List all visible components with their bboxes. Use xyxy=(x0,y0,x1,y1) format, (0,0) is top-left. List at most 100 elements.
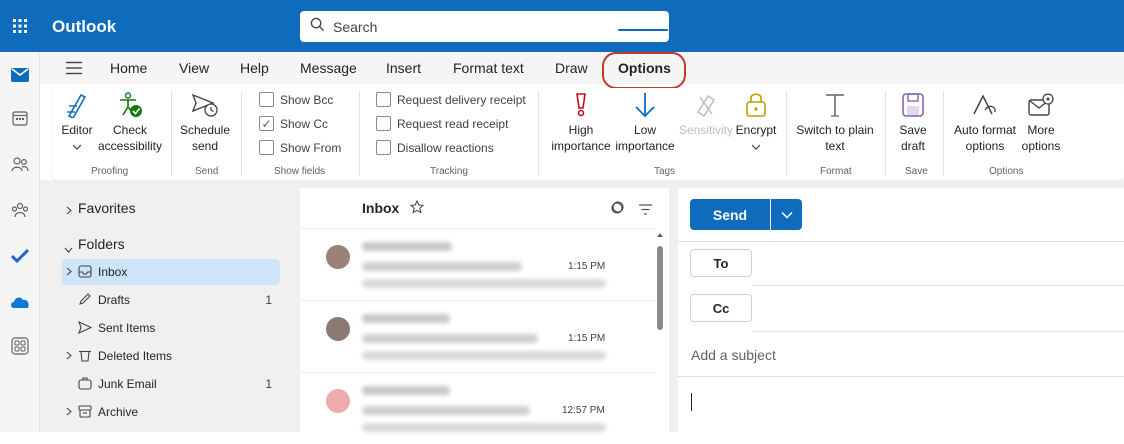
filter-icon[interactable] xyxy=(639,202,652,220)
chevron-right-icon[interactable] xyxy=(66,349,72,363)
save-draft-button[interactable]: Save draft xyxy=(893,92,933,154)
save-icon xyxy=(901,92,925,122)
tab-view[interactable]: View xyxy=(179,60,209,76)
send-button[interactable]: Send xyxy=(690,199,770,230)
separator xyxy=(943,92,944,176)
to-button[interactable]: To xyxy=(690,249,752,277)
checkmark-icon[interactable]: ✓ xyxy=(259,116,274,131)
people-icon[interactable] xyxy=(10,154,30,174)
message-item[interactable]: 1:15 PM xyxy=(300,300,655,372)
checkbox-box[interactable] xyxy=(259,140,274,155)
group-label-format: Format xyxy=(820,166,852,177)
auto-format-options-button[interactable]: Auto format options xyxy=(950,92,1020,154)
favorites-header[interactable]: Favorites xyxy=(78,200,136,216)
cc-button[interactable]: Cc xyxy=(690,294,752,322)
search-icon xyxy=(310,17,325,37)
folder-item-inbox[interactable]: Inbox xyxy=(62,259,280,285)
chevron-right-icon[interactable] xyxy=(66,405,72,419)
body-cursor[interactable] xyxy=(691,393,692,411)
app-launcher-icon[interactable] xyxy=(0,0,40,52)
folder-item-deleted[interactable]: Deleted Items xyxy=(62,343,280,369)
subject-underline xyxy=(678,376,1124,377)
sender-name xyxy=(362,314,450,323)
chevron-down-icon xyxy=(751,138,761,154)
separator xyxy=(538,92,539,176)
message-list-scrollbar[interactable] xyxy=(655,232,665,432)
send-options-button[interactable] xyxy=(771,199,802,230)
message-time: 12:57 PM xyxy=(562,405,605,416)
folders-header[interactable]: Folders xyxy=(78,236,125,252)
request-read-checkbox[interactable]: Request read receipt xyxy=(376,116,508,131)
message-preview xyxy=(362,279,606,288)
checkbox-box[interactable] xyxy=(376,92,391,107)
folder-item-drafts[interactable]: Drafts 1 xyxy=(62,287,280,313)
show-bcc-checkbox[interactable]: Show Bcc xyxy=(259,92,333,107)
divider xyxy=(678,241,1124,242)
group-label-tracking: Tracking xyxy=(430,166,468,177)
folder-item-junk[interactable]: Junk Email 1 xyxy=(62,371,280,397)
tab-home[interactable]: Home xyxy=(110,60,147,76)
compose-pane: Send To Cc Add a subject xyxy=(678,188,1124,432)
sensitivity-button[interactable]: Sensitivity xyxy=(678,92,734,138)
accessibility-icon xyxy=(117,92,143,122)
app-title[interactable]: Outlook xyxy=(52,17,116,37)
request-delivery-checkbox[interactable]: Request delivery receipt xyxy=(376,92,526,107)
chevron-right-icon[interactable] xyxy=(66,202,72,220)
trash-icon xyxy=(78,349,92,365)
separator xyxy=(359,92,360,176)
star-icon[interactable] xyxy=(409,199,425,219)
group-label-send: Send xyxy=(195,166,219,177)
show-cc-checkbox[interactable]: ✓ Show Cc xyxy=(259,116,328,131)
pencil-icon xyxy=(78,293,92,309)
lock-icon xyxy=(745,92,767,122)
onedrive-icon[interactable] xyxy=(10,292,30,312)
send-icon xyxy=(78,320,93,337)
search-box[interactable]: Search xyxy=(300,11,669,42)
low-importance-button[interactable]: Low importance xyxy=(614,92,676,154)
folder-pane: Favorites Folders Inbox Drafts 1 Sent It… xyxy=(52,190,288,432)
schedule-send-button[interactable]: Schedule send xyxy=(179,92,231,154)
editor-button[interactable]: Editor xyxy=(60,92,94,154)
arrow-down-icon xyxy=(634,92,656,122)
tab-help[interactable]: Help xyxy=(240,60,269,76)
separator xyxy=(171,92,172,176)
archive-icon xyxy=(78,405,92,421)
tab-draw[interactable]: Draw xyxy=(555,60,588,76)
disallow-reactions-checkbox[interactable]: Disallow reactions xyxy=(376,140,494,155)
tab-insert[interactable]: Insert xyxy=(386,60,421,76)
group-label-show-fields: Show fields xyxy=(274,166,326,177)
chevron-right-icon[interactable] xyxy=(66,265,72,279)
encrypt-button[interactable]: Encrypt xyxy=(734,92,778,154)
check-accessibility-button[interactable]: Check accessibility xyxy=(98,92,162,154)
folder-item-archive[interactable]: Archive xyxy=(62,399,280,425)
select-icon[interactable] xyxy=(610,201,624,220)
tab-message[interactable]: Message xyxy=(300,60,357,76)
todo-icon[interactable] xyxy=(10,246,30,266)
checkbox-box[interactable] xyxy=(259,92,274,107)
hamburger-icon[interactable] xyxy=(66,61,82,80)
switch-plain-text-button[interactable]: Switch to plain text xyxy=(794,92,876,154)
message-item[interactable]: 1:15 PM xyxy=(300,228,655,300)
message-item[interactable]: 12:57 PM xyxy=(300,372,655,444)
show-from-checkbox[interactable]: Show From xyxy=(259,140,341,155)
chevron-down-icon[interactable] xyxy=(64,240,73,258)
search-input[interactable]: Search xyxy=(333,19,377,35)
group-label-save: Save xyxy=(905,166,928,177)
tab-format-text[interactable]: Format text xyxy=(453,60,524,76)
high-importance-button[interactable]: High importance xyxy=(549,92,613,154)
sender-name xyxy=(362,242,452,251)
checkbox-box[interactable] xyxy=(376,140,391,155)
apps-icon[interactable] xyxy=(10,336,30,356)
separator xyxy=(786,92,787,176)
folder-item-sent[interactable]: Sent Items xyxy=(62,315,280,341)
subject-field[interactable]: Add a subject xyxy=(691,347,776,363)
highlight-circle xyxy=(602,52,686,89)
groups-icon[interactable] xyxy=(10,200,30,220)
checkbox-box[interactable] xyxy=(376,116,391,131)
group-label-tags: Tags xyxy=(654,166,676,177)
mail-icon[interactable] xyxy=(10,65,30,85)
message-time: 1:15 PM xyxy=(568,261,606,272)
more-options-button[interactable]: More options xyxy=(1020,92,1062,154)
editor-icon xyxy=(65,92,89,122)
calendar-icon[interactable] xyxy=(10,108,30,128)
